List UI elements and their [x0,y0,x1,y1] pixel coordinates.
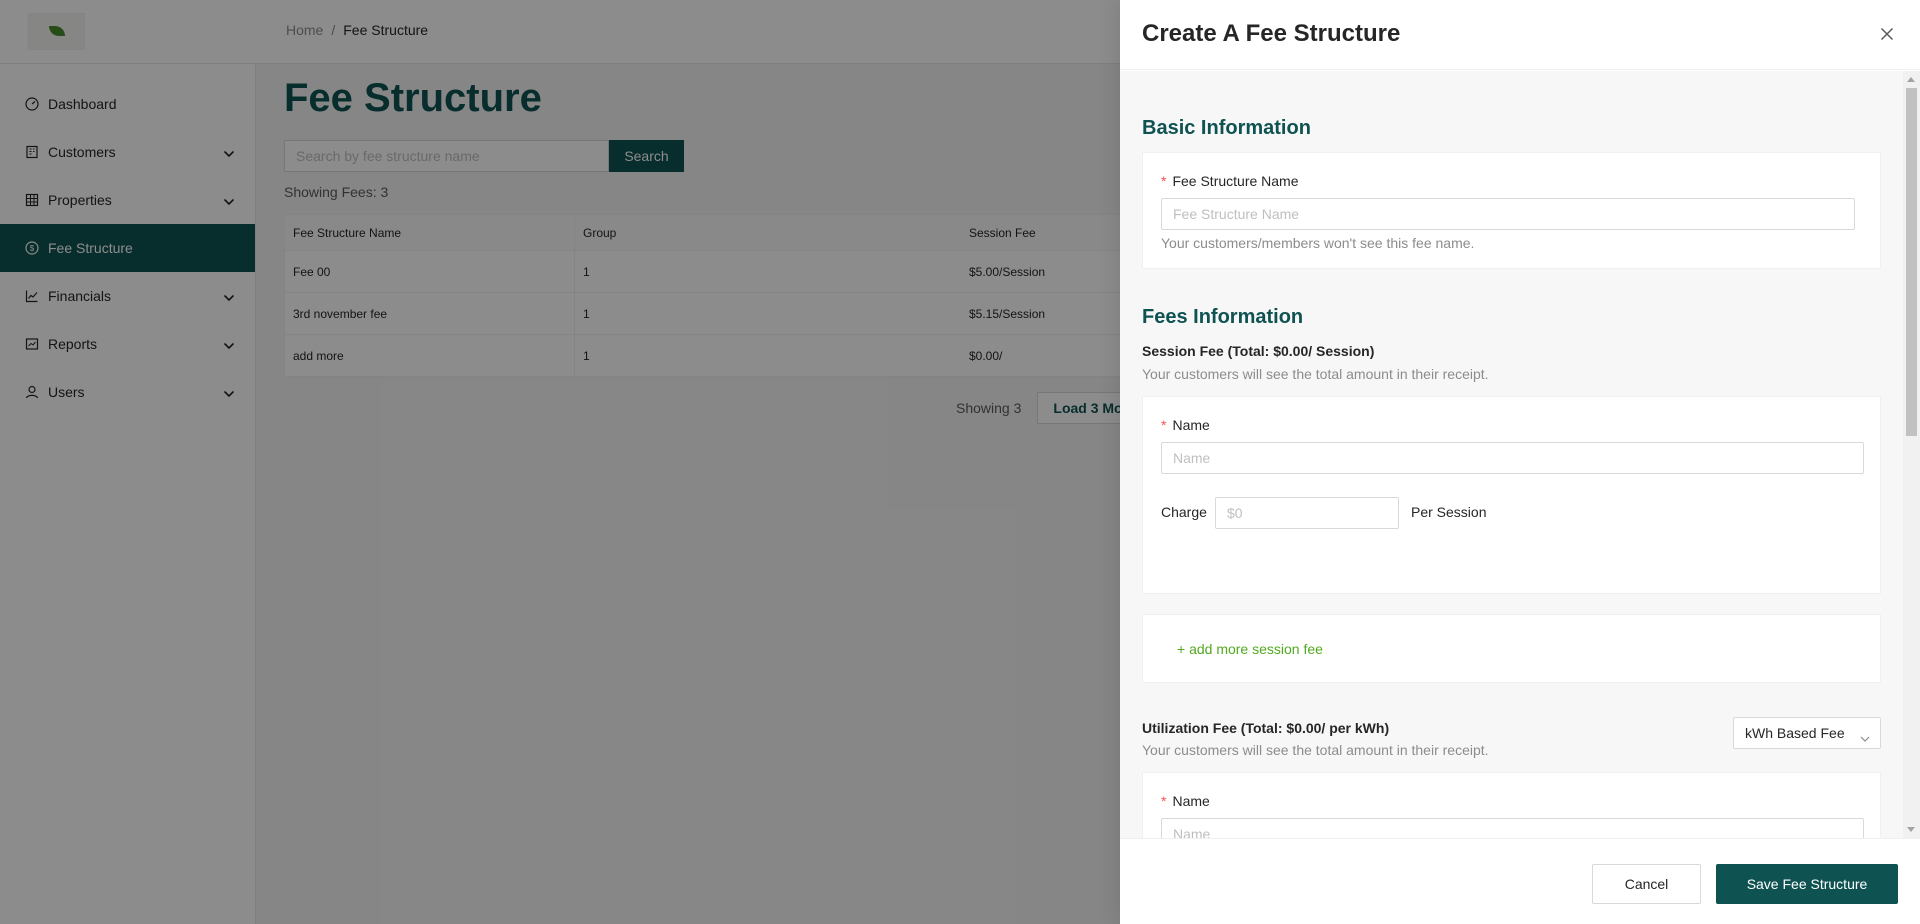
chevron-down-icon [1860,730,1870,746]
fee-structure-name-input[interactable] [1161,198,1855,230]
drawer-body: Basic Information *Fee Structure Name Yo… [1120,71,1920,838]
utilization-fee-name-label: * Name [1161,793,1210,809]
utilization-fee-card: * Name [1142,772,1881,838]
required-marker: * [1161,417,1167,433]
session-fee-card: *Name Charge Per Session [1142,396,1881,594]
add-more-session-fee-link[interactable]: + add more session fee [1177,641,1323,657]
fee-type-select[interactable]: kWh Based Fee [1733,717,1881,749]
utilization-fee-help-text: Your customers will see the total amount… [1142,742,1489,758]
create-fee-structure-drawer: Create A Fee Structure Basic Information… [1120,0,1920,924]
add-session-fee-card: + add more session fee [1142,614,1881,683]
per-session-label: Per Session [1411,504,1487,520]
session-fee-help-text: Your customers will see the total amount… [1142,366,1489,382]
drawer-header: Create A Fee Structure [1120,0,1920,70]
required-marker: * [1161,173,1167,189]
close-button[interactable] [1876,24,1898,46]
basic-information-card: *Fee Structure Name Your customers/membe… [1142,152,1881,269]
charge-input[interactable] [1215,497,1399,529]
drawer-scrollbar[interactable] [1903,71,1920,838]
save-fee-structure-button[interactable]: Save Fee Structure [1716,864,1898,904]
required-marker: * [1161,793,1167,809]
drawer-title: Create A Fee Structure [1142,20,1401,47]
fee-structure-name-label: * Fee Structure Name [1161,173,1299,189]
cancel-button[interactable]: Cancel [1592,864,1701,904]
utilization-fee-title: Utilization Fee (Total: $0.00/ per kWh) [1142,720,1390,736]
utilization-fee-name-input[interactable] [1161,818,1864,838]
scroll-down-arrow-icon[interactable] [1907,827,1915,832]
fee-type-selected-value: kWh Based Fee [1745,725,1845,741]
fee-name-help-text: Your customers/members won't see this fe… [1161,235,1475,251]
close-icon [1880,27,1894,44]
scrollbar-thumb[interactable] [1906,88,1917,436]
scroll-up-arrow-icon[interactable] [1907,77,1915,82]
charge-label: Charge [1161,504,1207,520]
session-fee-name-input[interactable] [1161,442,1864,474]
fees-information-heading: Fees Information [1142,306,1304,328]
session-fee-title: Session Fee (Total: $0.00/ Session) [1142,343,1375,359]
session-fee-name-label: * Name [1161,417,1210,433]
basic-information-heading: Basic Information [1142,117,1311,139]
drawer-footer: Cancel Save Fee Structure [1120,838,1920,924]
